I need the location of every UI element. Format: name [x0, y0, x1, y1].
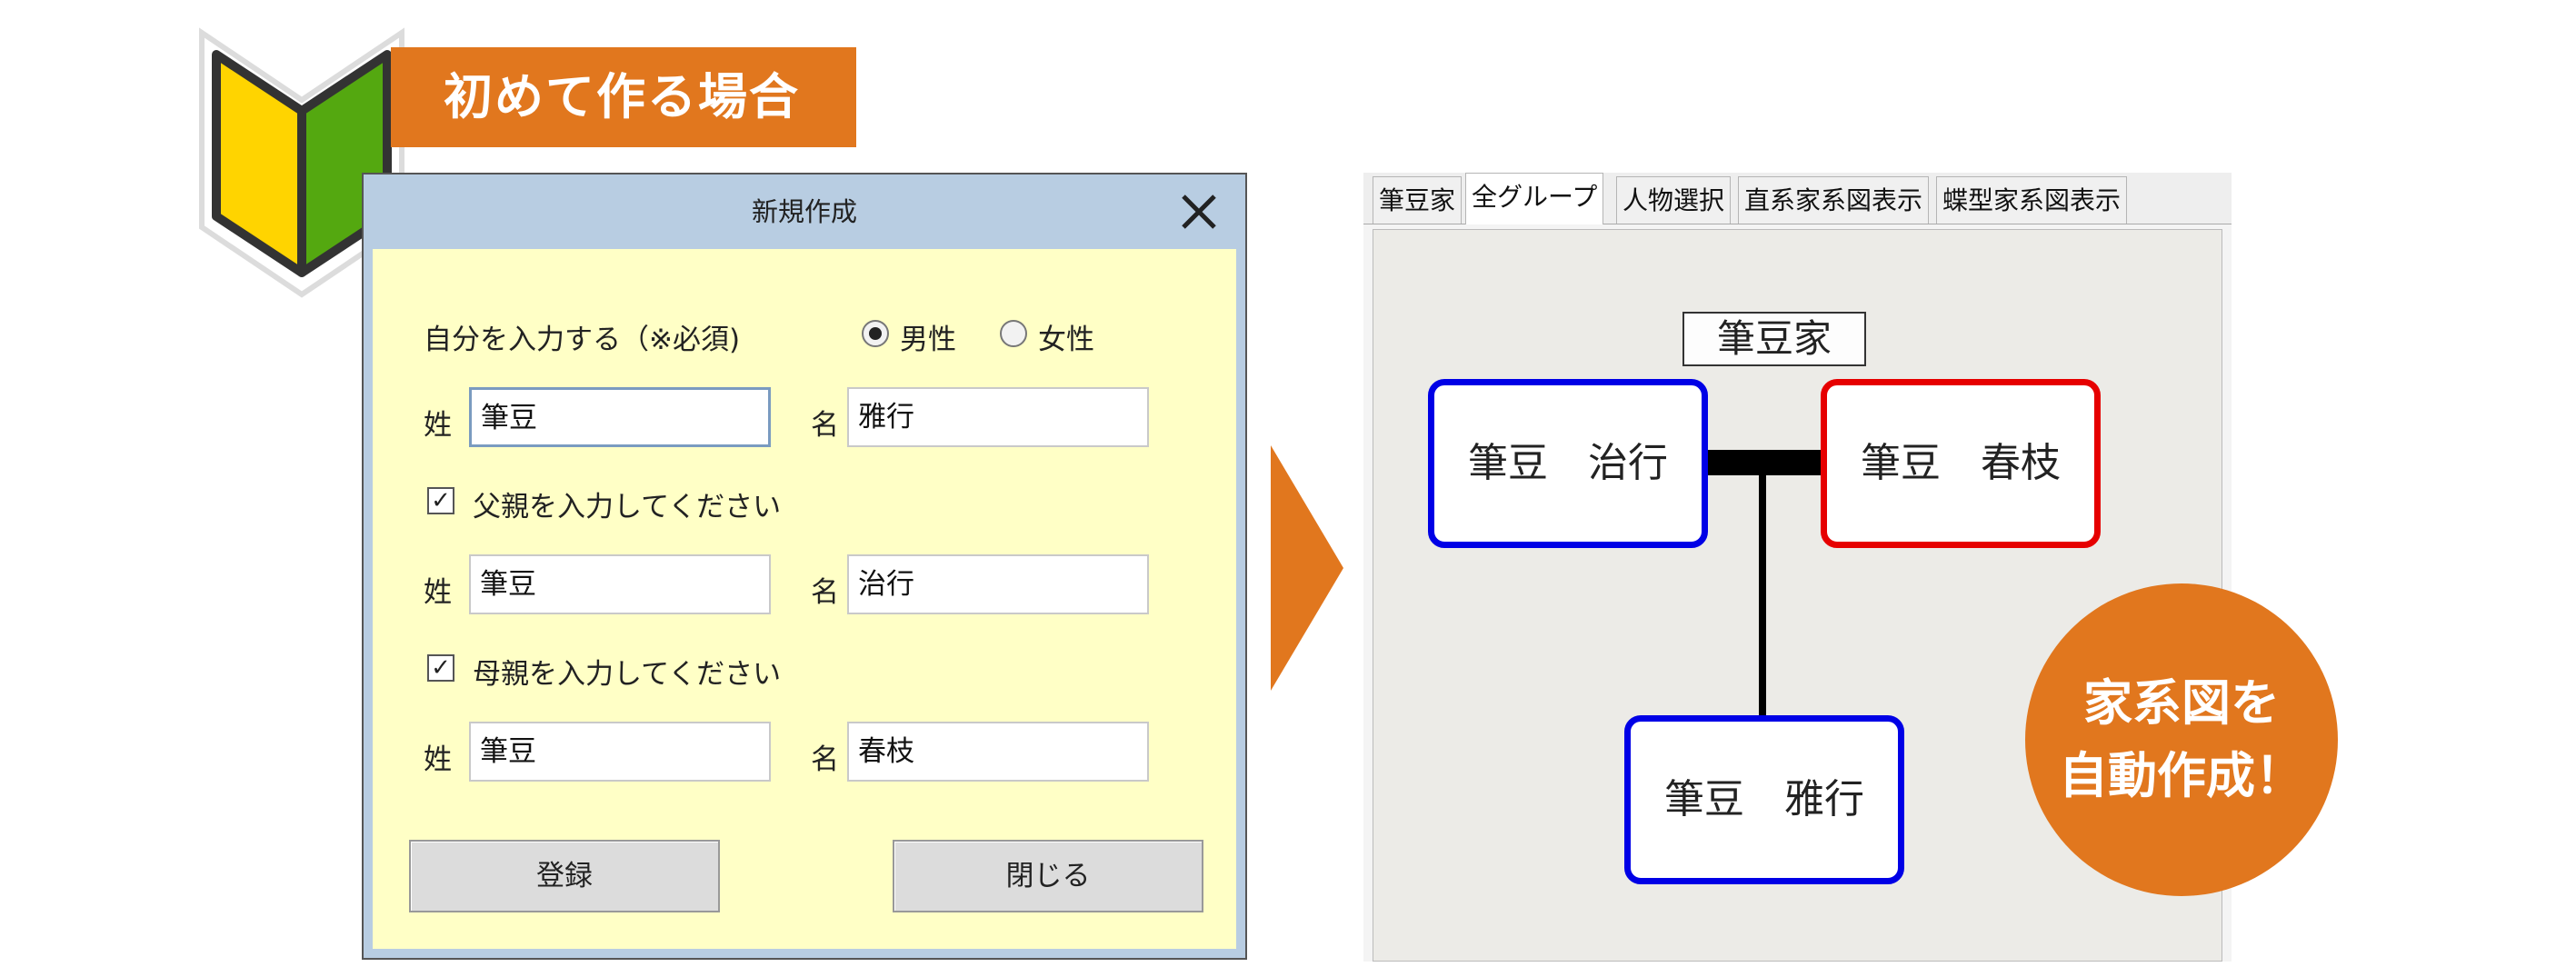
new-creation-dialog: 新規作成 自分を入力する（※必須) 男性 女性 姓 筆豆 名 雅行 ✓ 父親を入… — [362, 173, 1247, 960]
self-surname-label: 姓 — [424, 409, 452, 442]
badge-line-1: 家系図を — [2083, 674, 2280, 732]
person-card-mother[interactable]: 筆豆 春枝 — [1821, 379, 2101, 548]
close-button[interactable]: 閉じる — [893, 840, 1203, 912]
female-radio[interactable] — [1000, 320, 1027, 347]
father-given-input[interactable]: 治行 — [847, 554, 1149, 614]
tab-bar: 筆豆家 全グループ 人物選択 直系家系図表示 蝶型家系図表示 — [1363, 173, 2232, 224]
dialog-body: 自分を入力する（※必須) 男性 女性 姓 筆豆 名 雅行 ✓ 父親を入力してくだ… — [373, 249, 1236, 949]
father-given-label: 名 — [811, 576, 839, 609]
close-icon[interactable] — [1176, 189, 1222, 234]
self-given-label: 名 — [811, 409, 839, 442]
marriage-line — [1706, 450, 1833, 475]
person-card-child[interactable]: 筆豆 雅行 — [1624, 715, 1904, 884]
dialog-title: 新規作成 — [751, 196, 857, 227]
male-label: 男性 — [900, 324, 956, 356]
tab-direct-tree[interactable]: 直系家系図表示 — [1738, 176, 1930, 224]
register-button[interactable]: 登録 — [409, 840, 720, 912]
female-label: 女性 — [1038, 324, 1094, 356]
father-surname-input[interactable]: 筆豆 — [469, 554, 771, 614]
tab-person-select[interactable]: 人物選択 — [1616, 176, 1732, 224]
badge-line-2: 自動作成！ — [2059, 747, 2304, 804]
tab-family[interactable]: 筆豆家 — [1373, 176, 1463, 224]
arrow-right-icon — [1271, 445, 1343, 691]
person-card-father[interactable]: 筆豆 治行 — [1428, 379, 1708, 548]
self-given-input[interactable]: 雅行 — [847, 387, 1149, 447]
mother-checkbox[interactable]: ✓ — [427, 654, 454, 682]
mother-checkbox-label: 母親を入力してください — [473, 658, 782, 691]
mother-surname-label: 姓 — [424, 743, 452, 776]
father-checkbox[interactable]: ✓ — [427, 487, 454, 514]
self-required-label: 自分を入力する（※必須) — [424, 324, 741, 356]
father-checkbox-label: 父親を入力してください — [473, 491, 782, 523]
mother-given-input[interactable]: 春枝 — [847, 722, 1149, 782]
father-surname-label: 姓 — [424, 576, 452, 609]
tab-all-groups[interactable]: 全グループ — [1465, 173, 1604, 224]
tab-butterfly-tree[interactable]: 蝶型家系図表示 — [1936, 176, 2128, 224]
mother-given-label: 名 — [811, 743, 839, 776]
auto-create-badge: 家系図を 自動作成！ — [2025, 583, 2338, 896]
male-radio[interactable] — [862, 320, 889, 347]
self-surname-input[interactable]: 筆豆 — [469, 387, 771, 447]
mother-surname-input[interactable]: 筆豆 — [469, 722, 771, 782]
first-time-banner: 初めて作る場合 — [391, 47, 856, 147]
